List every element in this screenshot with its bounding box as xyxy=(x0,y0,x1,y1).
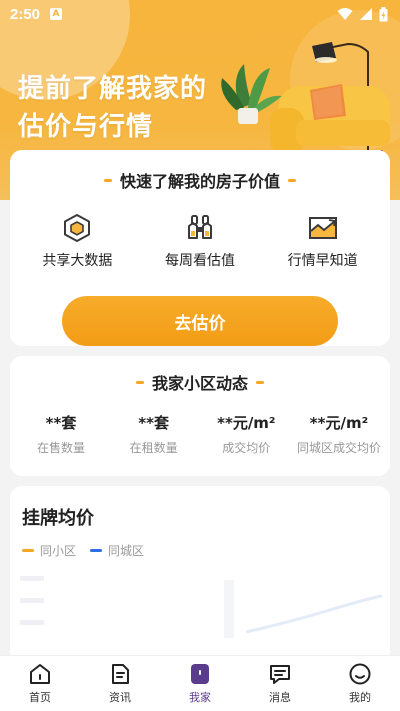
feature-shared-data[interactable]: 共享大数据 xyxy=(22,212,132,270)
tab-label: 我的 xyxy=(349,691,371,704)
tab-home[interactable]: 首页 xyxy=(0,656,80,711)
tab-label: 消息 xyxy=(269,691,291,704)
stat-value: **元/m² xyxy=(217,414,276,432)
valuation-card-heading: 快速了解我的房子价值 xyxy=(10,150,390,192)
community-stats: **套 在售数量 **套 在租数量 **元/m² 成交均价 **元/m² 同城区… xyxy=(10,412,390,456)
wifi-icon xyxy=(337,8,353,20)
status-bar: 2:50 A xyxy=(0,0,400,28)
tab-profile[interactable]: 我的 xyxy=(320,656,400,711)
community-card-heading: 我家小区动态 xyxy=(10,356,390,394)
hero-title: 提前了解我家的 估价与行情 xyxy=(18,70,207,146)
my-home-icon xyxy=(191,664,209,684)
home-icon xyxy=(30,664,50,684)
battery-icon xyxy=(379,6,388,21)
legend-label: 同小区 xyxy=(40,544,77,558)
message-icon xyxy=(270,665,290,684)
feature-label: 行情早知道 xyxy=(287,253,358,269)
legend-item-district[interactable]: 同城区 xyxy=(90,542,144,559)
sofa-illustration xyxy=(221,42,390,168)
cube-data-icon xyxy=(64,214,91,242)
status-icons xyxy=(337,6,388,22)
feature-market-insight[interactable]: 行情早知道 xyxy=(268,212,378,270)
chart-legend: 同小区 同城区 xyxy=(10,530,390,559)
tab-label: 我家 xyxy=(189,691,211,704)
hero-title-line1: 提前了解我家的 xyxy=(18,74,208,104)
legend-item-community[interactable]: 同小区 xyxy=(22,542,76,559)
listing-price-card: 挂牌均价 同小区 同城区 xyxy=(10,486,390,676)
hero-title-line2: 估价与行情 xyxy=(18,112,154,142)
legend-swatch xyxy=(90,549,103,552)
legend-label: 同城区 xyxy=(108,544,145,558)
heading-dash-left xyxy=(103,178,112,182)
feature-list: 共享大数据 每周看估值 行情早知道 xyxy=(10,212,390,270)
community-card-title: 我家小区动态 xyxy=(151,374,248,393)
signal-icon xyxy=(360,8,372,20)
notification-badge: A xyxy=(50,8,63,20)
bottom-tab-bar: 首页 资讯 我家 消息 我的 xyxy=(0,655,400,711)
feature-label: 共享大数据 xyxy=(42,253,113,269)
stat-label: 成交均价 xyxy=(222,441,271,455)
stat-for-rent: **套 在租数量 xyxy=(109,412,199,456)
stat-for-sale: **套 在售数量 xyxy=(16,412,106,456)
valuation-card-title: 快速了解我的房子价值 xyxy=(119,172,280,191)
heading-dash-left xyxy=(135,380,144,384)
heading-dash-right xyxy=(256,380,264,384)
news-icon xyxy=(112,664,129,684)
status-time: 2:50 xyxy=(10,5,41,23)
trend-chart-icon xyxy=(308,217,337,239)
tab-label: 首页 xyxy=(29,691,51,704)
community-card: 我家小区动态 **套 在售数量 **套 在租数量 **元/m² 成交均价 **元… xyxy=(10,356,390,476)
tab-my-home[interactable]: 我家 xyxy=(160,656,240,711)
stat-value: **套 xyxy=(45,414,77,432)
tab-news[interactable]: 资讯 xyxy=(80,656,160,711)
stat-label: 在租数量 xyxy=(129,441,178,455)
feature-label: 每周看估值 xyxy=(164,253,235,269)
stat-district-avg-deal-price: **元/m² 同城区成交均价 xyxy=(294,412,384,456)
go-valuation-button[interactable]: 去估价 xyxy=(62,296,338,346)
tab-label: 资讯 xyxy=(109,691,131,704)
heading-dash-right xyxy=(288,178,296,182)
binoculars-icon xyxy=(187,215,212,239)
stat-avg-deal-price: **元/m² 成交均价 xyxy=(201,412,291,456)
profile-icon xyxy=(349,663,371,685)
stat-label: 同城区成交均价 xyxy=(296,441,381,455)
listing-price-title: 挂牌均价 xyxy=(22,508,94,529)
stat-value: **元/m² xyxy=(309,414,369,432)
tab-messages[interactable]: 消息 xyxy=(240,656,320,711)
valuation-card: 快速了解我的房子价值 共享大数据 每周看估值 行情早知道 去估价 xyxy=(10,150,390,346)
feature-weekly-valuation[interactable]: 每周看估值 xyxy=(145,212,255,270)
stat-value: **套 xyxy=(138,414,169,432)
stat-label: 在售数量 xyxy=(36,441,85,455)
legend-swatch xyxy=(22,549,34,552)
